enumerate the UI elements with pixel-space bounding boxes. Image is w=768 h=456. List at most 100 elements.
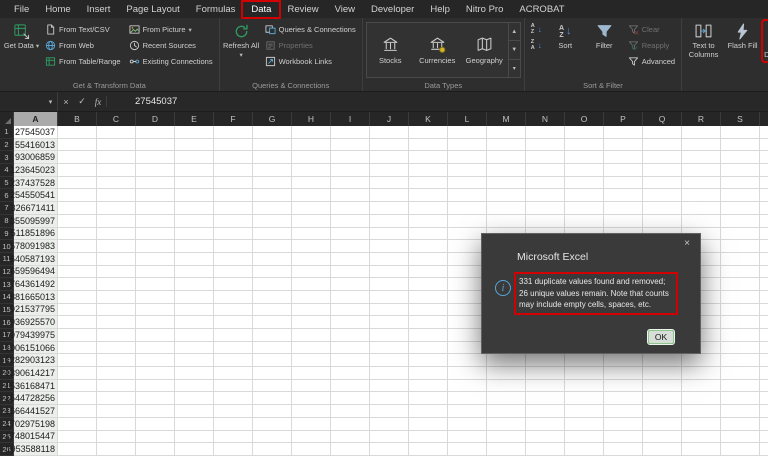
cell-R5[interactable] — [682, 176, 721, 190]
cell-E18[interactable] — [175, 341, 214, 355]
cell-J17[interactable] — [370, 329, 409, 342]
cell-H20[interactable] — [292, 367, 331, 380]
cell-L1[interactable] — [448, 126, 487, 139]
cell-F26[interactable] — [214, 443, 253, 456]
cell-A13[interactable]: 764361492 — [10, 278, 58, 291]
cell-S9[interactable] — [721, 227, 760, 241]
cell-A18[interactable]: 1006151066 — [5, 341, 58, 355]
cell-M1[interactable] — [487, 126, 526, 139]
cell-G8[interactable] — [253, 214, 292, 228]
cell-J3[interactable] — [370, 151, 409, 165]
cell-N24[interactable] — [526, 417, 565, 431]
cell-R21[interactable] — [682, 379, 721, 393]
cell-I15[interactable] — [331, 303, 370, 317]
cell-B1[interactable] — [58, 126, 97, 139]
cell-M4[interactable] — [487, 164, 526, 177]
cell-G21[interactable] — [253, 379, 292, 393]
cell-D23[interactable] — [136, 405, 175, 418]
cell-B13[interactable] — [58, 278, 97, 291]
cell-D1[interactable] — [136, 126, 175, 139]
cell-R25[interactable] — [682, 430, 721, 444]
name-box-dropdown-icon[interactable]: ▾ — [44, 92, 58, 111]
cell-F24[interactable] — [214, 417, 253, 431]
cell-S19[interactable] — [721, 354, 760, 368]
cell-I19[interactable] — [331, 354, 370, 368]
column-header-b[interactable]: B — [58, 112, 97, 126]
cell-I20[interactable] — [331, 367, 370, 380]
cell-C3[interactable] — [97, 151, 136, 165]
cell-H8[interactable] — [292, 214, 331, 228]
cell-S5[interactable] — [721, 176, 760, 190]
cell-I23[interactable] — [331, 405, 370, 418]
cell-G23[interactable] — [253, 405, 292, 418]
cell-G12[interactable] — [253, 265, 292, 279]
cell-L3[interactable] — [448, 151, 487, 165]
cell-R22[interactable] — [682, 392, 721, 406]
insert-function-icon[interactable]: fx — [90, 92, 106, 111]
cell-L24[interactable] — [448, 417, 487, 431]
cell-O19[interactable] — [565, 354, 604, 368]
cell-I25[interactable] — [331, 430, 370, 444]
currencies-button[interactable]: Currencies — [414, 23, 461, 77]
gallery-scrollbar[interactable]: ▲ ▼ ▾ — [507, 23, 520, 77]
cell-H18[interactable] — [292, 341, 331, 355]
cell-B12[interactable] — [58, 265, 97, 279]
cell-G16[interactable] — [253, 316, 292, 329]
cell-H2[interactable] — [292, 138, 331, 152]
cell-K7[interactable] — [409, 202, 448, 215]
cell-G4[interactable] — [253, 164, 292, 177]
cell-I26[interactable] — [331, 443, 370, 456]
cell-H14[interactable] — [292, 290, 331, 304]
refresh-all-button[interactable]: Refresh All ▾ — [223, 21, 260, 61]
cell-Q5[interactable] — [643, 176, 682, 190]
cell-Q6[interactable] — [643, 189, 682, 203]
cell-H12[interactable] — [292, 265, 331, 279]
cell-C23[interactable] — [97, 405, 136, 418]
cell-N20[interactable] — [526, 367, 565, 380]
cell-Q20[interactable] — [643, 367, 682, 380]
cell-A20[interactable]: 1390614217 — [5, 367, 58, 380]
cell-P4[interactable] — [604, 164, 643, 177]
cell-F21[interactable] — [214, 379, 253, 393]
cell-E16[interactable] — [175, 316, 214, 329]
cell-I24[interactable] — [331, 417, 370, 431]
cell-N1[interactable] — [526, 126, 565, 139]
cell-B4[interactable] — [58, 164, 97, 177]
cell-M21[interactable] — [487, 379, 526, 393]
cell-F11[interactable] — [214, 252, 253, 266]
advanced-button[interactable]: Advanced — [625, 54, 678, 69]
cell-E3[interactable] — [175, 151, 214, 165]
cell-H24[interactable] — [292, 417, 331, 431]
cell-F20[interactable] — [214, 367, 253, 380]
sort-button[interactable]: A Z ↓ Sort — [547, 21, 584, 53]
cell-I8[interactable] — [331, 214, 370, 228]
cell-G1[interactable] — [253, 126, 292, 139]
cell-E21[interactable] — [175, 379, 214, 393]
cell-F10[interactable] — [214, 240, 253, 253]
cell-E17[interactable] — [175, 329, 214, 342]
cell-H5[interactable] — [292, 176, 331, 190]
cell-H23[interactable] — [292, 405, 331, 418]
cell-S13[interactable] — [721, 278, 760, 291]
existing-connections-button[interactable]: Existing Connections — [126, 54, 216, 69]
cell-F6[interactable] — [214, 189, 253, 203]
cell-H16[interactable] — [292, 316, 331, 329]
cell-G7[interactable] — [253, 202, 292, 215]
cell-R2[interactable] — [682, 138, 721, 152]
cell-O2[interactable] — [565, 138, 604, 152]
cell-A1[interactable]: 27545037 — [14, 126, 58, 139]
cell-B21[interactable] — [58, 379, 97, 393]
row-header-1[interactable]: 1 — [0, 126, 14, 139]
cell-R6[interactable] — [682, 189, 721, 203]
cell-S25[interactable] — [721, 430, 760, 444]
cell-P26[interactable] — [604, 443, 643, 456]
cell-E1[interactable] — [175, 126, 214, 139]
cell-F8[interactable] — [214, 214, 253, 228]
cell-H13[interactable] — [292, 278, 331, 291]
cell-G13[interactable] — [253, 278, 292, 291]
cell-D13[interactable] — [136, 278, 175, 291]
cell-L5[interactable] — [448, 176, 487, 190]
cell-R7[interactable] — [682, 202, 721, 215]
row-header-2[interactable]: 2 — [0, 138, 14, 152]
cell-B15[interactable] — [58, 303, 97, 317]
